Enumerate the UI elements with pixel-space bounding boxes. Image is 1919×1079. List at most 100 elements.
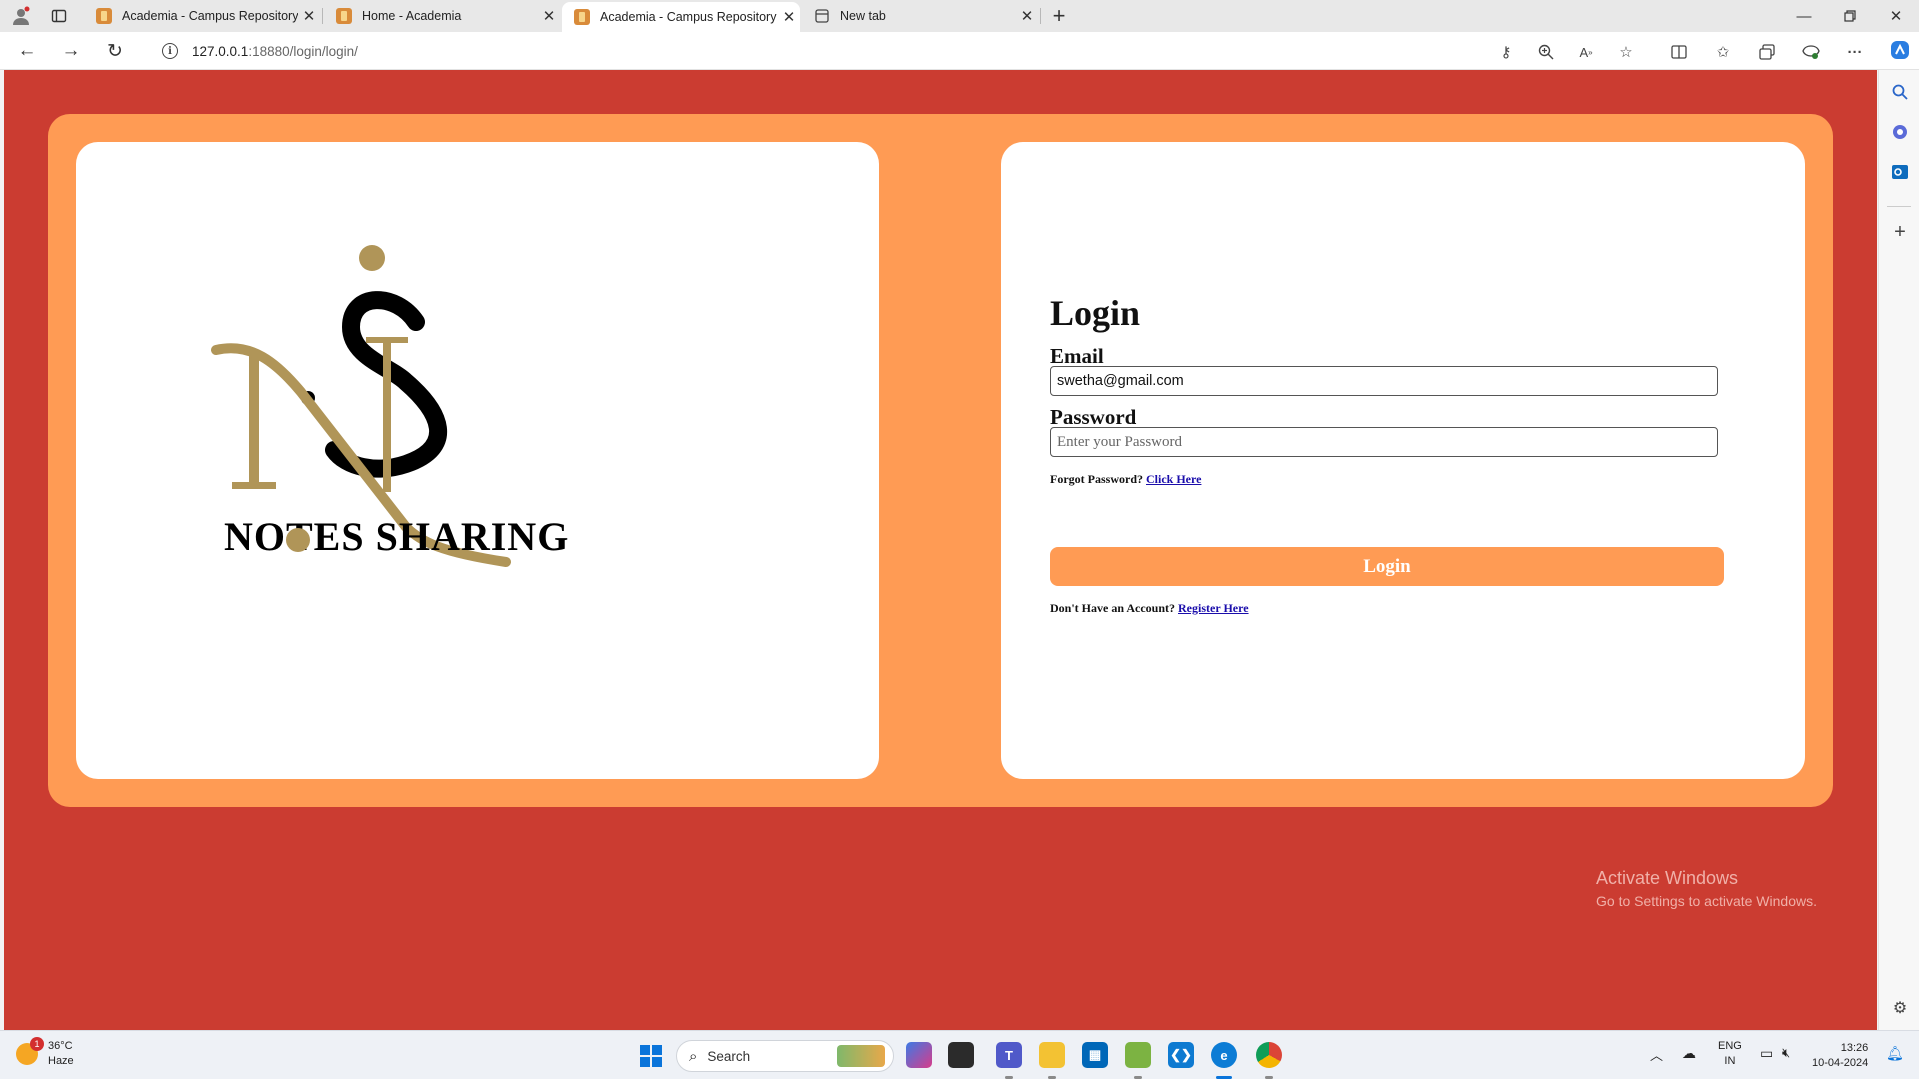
url-field[interactable]: i 127.0.0.1:18880/login/login/ [146, 36, 1646, 66]
windows-start-icon[interactable] [640, 1045, 662, 1067]
copilot-taskbar-icon[interactable] [906, 1042, 932, 1068]
browser-essentials-icon[interactable] [1800, 41, 1822, 63]
logo-panel: NOTES SHARING [76, 142, 879, 779]
clock-date: 10-04-2024 [1812, 1057, 1869, 1069]
clock-time: 13:26 [1840, 1042, 1869, 1054]
email-field[interactable]: swetha@gmail.com [1050, 366, 1718, 396]
watermark-title: Activate Windows [1596, 868, 1739, 888]
forgot-password-row: Forgot Password? Click Here [1050, 472, 1201, 487]
onedrive-icon[interactable]: ☁ [1682, 1045, 1696, 1062]
copilot-icon[interactable] [1888, 38, 1912, 62]
file-explorer-icon[interactable] [1039, 1042, 1065, 1068]
collections-icon[interactable] [1756, 41, 1778, 63]
close-icon[interactable]: ✕ [538, 7, 560, 25]
forgot-password-text: Forgot Password? [1050, 472, 1143, 486]
close-icon[interactable]: ✕ [778, 8, 800, 26]
notes-sharing-logo: NOTES SHARING [211, 245, 569, 567]
sidebar-divider [1887, 206, 1911, 207]
login-card: NOTES SHARING Login Email swetha@gmail.c… [48, 114, 1833, 807]
watermark-subtitle: Go to Settings to activate Windows. [1596, 893, 1817, 909]
terminal-icon[interactable] [948, 1042, 974, 1068]
new-tab-page-icon [814, 8, 830, 24]
form-panel: Login Email swetha@gmail.com Password En… [1001, 142, 1805, 779]
language-bottom: IN [1724, 1055, 1736, 1067]
split-screen-icon[interactable] [1668, 41, 1690, 63]
tab-actions-icon[interactable] [46, 4, 72, 28]
new-tab-plus-icon[interactable]: + [1046, 3, 1072, 28]
language-indicator[interactable]: ENG IN [1718, 1039, 1742, 1069]
book-icon [574, 9, 590, 25]
logo-n-serif-top [366, 337, 408, 343]
teams-icon[interactable]: T [996, 1042, 1022, 1068]
url-path: :18880/login/login/ [248, 43, 358, 59]
activate-windows-watermark: Activate Windows Go to Settings to activ… [1596, 868, 1817, 909]
back-arrow-icon[interactable]: ← [12, 37, 42, 65]
tab-title: Home - Academia [362, 9, 462, 23]
copilot-pro-icon[interactable] [1888, 120, 1912, 144]
tab-academia-1[interactable]: Academia - Campus Repository ✕ [84, 2, 320, 30]
tab-home-academia[interactable]: Home - Academia ✕ [324, 2, 560, 30]
add-sidebar-app-icon[interactable]: + [1888, 220, 1912, 244]
forward-arrow-icon[interactable]: → [56, 37, 86, 65]
logo-n-stem-right [383, 342, 391, 492]
logo-n-serif-bottom [232, 482, 276, 489]
restore-icon[interactable] [1827, 0, 1873, 32]
system-clock[interactable]: 13:26 10-04-2024 [1812, 1041, 1868, 1071]
tab-separator [322, 8, 323, 24]
windows-taskbar: 1 36°C Haze ⌕ Search T ▦ ❮❯ e ︿ ☁ ENG IN… [0, 1030, 1919, 1079]
vscode-icon[interactable]: ❮❯ [1168, 1042, 1194, 1068]
tab-separator [1040, 8, 1041, 24]
key-icon[interactable]: ⚷ [1495, 41, 1517, 63]
notification-bell-icon[interactable]: 🔔︎ [1886, 1045, 1904, 1062]
search-icon: ⌕ [689, 1047, 698, 1065]
store-icon[interactable]: ▦ [1082, 1042, 1108, 1068]
read-aloud-icon[interactable]: A» [1575, 41, 1597, 63]
refresh-icon[interactable]: ↻ [100, 37, 130, 65]
login-button[interactable]: Login [1050, 547, 1724, 586]
minimize-icon[interactable]: — [1781, 0, 1827, 32]
tab-title: New tab [840, 9, 886, 23]
browser-sidebar: + ⚙ [1878, 41, 1919, 1030]
search-icon[interactable] [1888, 80, 1912, 104]
network-icon[interactable]: ▭ [1760, 1045, 1773, 1062]
tab-new-tab[interactable]: New tab ✕ [802, 2, 1038, 30]
tab-academia-active[interactable]: Academia - Campus Repository ✕ [562, 2, 800, 32]
book-icon [96, 8, 112, 24]
settings-gear-icon[interactable]: ⚙ [1888, 996, 1912, 1020]
register-row: Don't Have an Account? Register Here [1050, 601, 1249, 616]
favorite-star-icon[interactable]: ☆ [1615, 41, 1637, 63]
site-info-icon[interactable]: i [162, 43, 178, 59]
outlook-icon[interactable] [1888, 160, 1912, 184]
window-close-icon[interactable]: ✕ [1873, 0, 1919, 32]
logo-top-dot [359, 245, 385, 271]
logo-wordmark: NOTES SHARING [224, 514, 569, 559]
register-link[interactable]: Register Here [1178, 601, 1249, 615]
close-icon[interactable]: ✕ [1016, 7, 1038, 25]
language-top: ENG [1718, 1040, 1742, 1052]
page-title: Login [1050, 293, 1141, 333]
volume-muted-icon[interactable]: 🔇︎ [1782, 1045, 1790, 1061]
taskbar-search[interactable]: ⌕ Search [676, 1040, 894, 1072]
chrome-icon[interactable] [1256, 1042, 1282, 1068]
address-bar: ← → ↻ i 127.0.0.1:18880/login/login/ ⚷ A… [0, 32, 1919, 70]
close-icon[interactable]: ✕ [298, 7, 320, 25]
favorites-icon[interactable]: ✩ [1712, 41, 1734, 63]
edge-icon[interactable]: e [1211, 1042, 1237, 1068]
zoom-icon[interactable] [1535, 41, 1557, 63]
forgot-password-link[interactable]: Click Here [1146, 472, 1201, 486]
weather-sun-icon: 1 [16, 1037, 44, 1065]
app-icon[interactable] [1125, 1042, 1151, 1068]
weather-condition: Haze [48, 1055, 74, 1067]
logo-n-stem-left [249, 352, 259, 488]
tray-chevron-up-icon[interactable]: ︿ [1650, 1045, 1663, 1064]
book-icon [336, 8, 352, 24]
password-field[interactable]: Enter your Password [1050, 427, 1718, 457]
notification-badge: 1 [30, 1037, 44, 1051]
weather-widget[interactable]: 1 36°C Haze [16, 1037, 74, 1069]
url-host: 127.0.0.1 [192, 43, 249, 59]
browser-tab-bar: Academia - Campus Repository ✕ Home - Ac… [0, 0, 1919, 32]
more-menu-icon[interactable]: ··· [1844, 41, 1866, 63]
temperature: 36°C [48, 1040, 73, 1052]
profile-icon[interactable] [8, 4, 34, 28]
search-label: Search [707, 1048, 751, 1064]
